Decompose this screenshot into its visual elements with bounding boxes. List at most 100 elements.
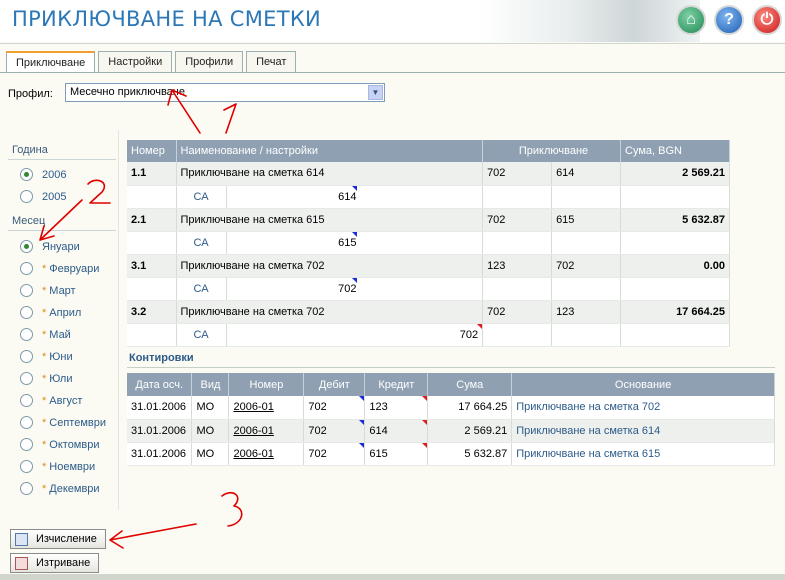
subrow-empty xyxy=(620,323,730,347)
kont-credit: 614 xyxy=(364,419,429,443)
kont-debit: 702 xyxy=(303,442,366,466)
subrow-empty xyxy=(127,185,177,209)
star-icon: * xyxy=(42,483,47,495)
year-radio-2006[interactable] xyxy=(20,168,33,181)
tab-pechat[interactable]: Печат xyxy=(246,51,297,72)
kont-row[interactable]: 31.01.2006 МО 2006-01 702 614 2 569.21 Приключ… xyxy=(127,419,775,443)
kont-row[interactable]: 31.01.2006 МО 2006-01 702 123 17 664.25 Приклю… xyxy=(127,396,775,420)
tab-underline xyxy=(0,72,785,73)
table-subrow[interactable]: СА 702 xyxy=(127,277,730,301)
kont-debit-text: 702 xyxy=(308,401,327,414)
subrow-label: СА xyxy=(176,231,227,255)
profile-select[interactable]: Месечно приключване ▼ xyxy=(65,83,385,102)
kont-header-sum: Сума xyxy=(427,373,513,396)
subrow-empty xyxy=(551,231,621,255)
table-row[interactable]: 3.2 Приключване на сметка 702 702 123 17 664… xyxy=(127,300,730,324)
power-icon[interactable]: ⏻ xyxy=(752,5,782,35)
kont-basis: Приключване на сметка 614 xyxy=(511,419,775,443)
month-radio[interactable] xyxy=(20,240,33,253)
tab-priklyuchvane[interactable]: Приключване xyxy=(6,51,96,73)
tab-nastroyki[interactable]: Настройки xyxy=(98,51,173,72)
home-icon[interactable]: ⌂ xyxy=(676,5,706,35)
month-label: * Октомври xyxy=(42,439,99,451)
col-header-closing: Приключване xyxy=(482,140,621,162)
month-label-text: Декември xyxy=(49,483,100,495)
table-subrow[interactable]: СА 615 xyxy=(127,231,730,255)
table-subrow[interactable]: СА 702 xyxy=(127,323,730,347)
subrow-empty xyxy=(620,185,730,209)
kont-header-number: Номер xyxy=(228,373,305,396)
row-closing-debit: 702 xyxy=(482,300,553,324)
subrow-empty xyxy=(127,277,177,301)
month-radio[interactable] xyxy=(20,394,33,407)
calculate-button[interactable]: Изчисление xyxy=(10,529,106,549)
delete-button[interactable]: Изтриване xyxy=(10,553,100,573)
row-number: 1.1 xyxy=(127,162,177,186)
subrow-empty xyxy=(127,231,177,255)
delete-button-label: Изтриване xyxy=(36,557,91,569)
row-sum: 2 569.21 xyxy=(620,162,730,186)
kont-credit-text: 615 xyxy=(369,447,388,460)
month-radio[interactable] xyxy=(20,416,33,429)
month-radio[interactable] xyxy=(20,306,33,319)
row-closing-credit: 702 xyxy=(551,254,621,278)
kont-number-link[interactable]: 2006-01 xyxy=(228,419,305,443)
table-row[interactable]: 2.1 Приключване на сметка 615 702 615 5 632.… xyxy=(127,208,730,232)
subrow-empty xyxy=(620,231,730,255)
col-header-name: Наименование / настройки xyxy=(176,140,484,162)
kont-number-link[interactable]: 2006-01 xyxy=(228,396,305,420)
subrow-empty xyxy=(551,185,621,209)
kont-sum: 5 632.87 xyxy=(427,442,513,466)
star-icon: * xyxy=(42,285,47,297)
month-radio[interactable] xyxy=(20,350,33,363)
row-number: 3.2 xyxy=(127,300,177,324)
year-title: Година xyxy=(8,144,116,160)
month-label: * Ноември xyxy=(42,461,95,473)
month-label: * Май xyxy=(42,329,71,341)
month-label: * Юли xyxy=(42,373,72,385)
table-subrow[interactable]: СА 614 xyxy=(127,185,730,209)
kont-number-link[interactable]: 2006-01 xyxy=(228,442,305,466)
month-radio[interactable] xyxy=(20,284,33,297)
month-radio[interactable] xyxy=(20,460,33,473)
month-label: * Декември xyxy=(42,483,100,495)
delete-icon xyxy=(15,556,28,570)
subrow-value[interactable]: 702 xyxy=(226,323,484,347)
row-sum: 5 632.87 xyxy=(620,208,730,232)
month-radio[interactable] xyxy=(20,438,33,451)
subrow-value[interactable]: 615 xyxy=(227,237,356,249)
help-icon[interactable]: ? xyxy=(714,5,744,35)
month-radio[interactable] xyxy=(20,328,33,341)
row-number: 3.1 xyxy=(127,254,177,278)
kont-type: МО xyxy=(191,396,230,420)
subrow-label: СА xyxy=(176,277,227,301)
month-label: Януари xyxy=(42,241,80,253)
subrow-value[interactable]: 702 xyxy=(227,283,356,295)
month-label-text: Юни xyxy=(49,351,73,363)
kont-debit-text: 702 xyxy=(308,424,327,437)
subrow-empty xyxy=(482,185,553,209)
month-label: * Април xyxy=(42,307,81,319)
month-radio[interactable] xyxy=(20,372,33,385)
month-label-text: Септември xyxy=(49,417,106,429)
kont-credit-text: 123 xyxy=(369,401,388,414)
table-row[interactable]: 1.1 Приключване на сметка 614 702 614 2 569.… xyxy=(127,162,730,186)
row-closing-debit: 123 xyxy=(482,254,553,278)
month-radio[interactable] xyxy=(20,482,33,495)
year-section: Година xyxy=(8,144,116,160)
tab-bar: Приключване Настройки Профили Печат xyxy=(6,51,299,73)
month-radio[interactable] xyxy=(20,262,33,275)
star-icon: * xyxy=(42,373,47,385)
year-radio-2005[interactable] xyxy=(20,190,33,203)
table-row[interactable]: 3.1 Приключване на сметка 702 123 702 0.00 xyxy=(127,254,730,278)
month-title: Месец xyxy=(8,215,116,231)
chevron-down-icon[interactable]: ▼ xyxy=(368,85,383,100)
blue-flag-icon xyxy=(351,277,357,283)
kont-row[interactable]: 31.01.2006 МО 2006-01 702 615 5 632.87 Приключ… xyxy=(127,442,775,466)
tab-profili[interactable]: Профили xyxy=(175,51,244,72)
row-number: 2.1 xyxy=(127,208,177,232)
star-icon: * xyxy=(42,439,47,451)
kont-credit-text: 614 xyxy=(369,424,388,437)
subrow-value[interactable]: 614 xyxy=(227,191,356,203)
star-icon: * xyxy=(42,461,47,473)
